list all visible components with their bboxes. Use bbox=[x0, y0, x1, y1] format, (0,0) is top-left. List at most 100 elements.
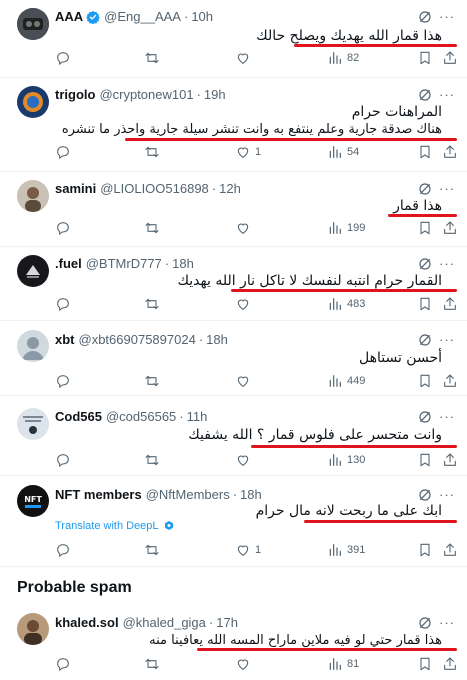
avatar[interactable] bbox=[17, 180, 49, 212]
like-button[interactable] bbox=[235, 296, 251, 312]
display-name[interactable]: khaled.sol bbox=[55, 615, 119, 631]
avatar[interactable] bbox=[17, 613, 49, 645]
display-name[interactable]: trigolo bbox=[55, 87, 95, 103]
bookmark-button[interactable] bbox=[417, 50, 433, 66]
grok-icon[interactable] bbox=[417, 9, 433, 25]
avatar[interactable] bbox=[17, 255, 49, 287]
retweet-button[interactable] bbox=[144, 220, 160, 236]
like-button[interactable] bbox=[235, 656, 251, 672]
bookmark-button[interactable] bbox=[417, 452, 433, 468]
timestamp[interactable]: 12h bbox=[219, 181, 241, 197]
retweet-button[interactable] bbox=[144, 373, 160, 389]
timestamp[interactable]: 18h bbox=[172, 256, 194, 272]
like-button[interactable] bbox=[235, 452, 251, 468]
user-handle[interactable]: @LIOLIOO516898 bbox=[100, 181, 209, 197]
more-icon[interactable]: ··· bbox=[439, 256, 455, 271]
retweet-button[interactable] bbox=[144, 50, 164, 66]
bookmark-button[interactable] bbox=[417, 220, 433, 236]
user-handle[interactable]: @xbt669075897024 bbox=[79, 332, 196, 348]
display-name[interactable]: AAA bbox=[55, 9, 83, 25]
bookmark-button[interactable] bbox=[417, 656, 433, 672]
reply-tweet[interactable]: khaled.sol @khaled_giga · 17h ··· هذا قم… bbox=[0, 605, 467, 680]
reply-tweet[interactable]: Cod565 @cod56565 · 11h ··· وانت متحسر عل… bbox=[0, 396, 467, 476]
reply-button[interactable] bbox=[55, 220, 71, 236]
views-button[interactable]: 199 bbox=[327, 220, 365, 236]
grok-icon[interactable] bbox=[417, 332, 433, 348]
grok-icon[interactable] bbox=[417, 409, 433, 425]
display-name[interactable]: Cod565 bbox=[55, 409, 102, 425]
reply-button[interactable] bbox=[55, 542, 71, 558]
retweet-button[interactable] bbox=[144, 144, 164, 160]
timestamp[interactable]: 19h bbox=[204, 87, 226, 103]
timestamp[interactable]: 11h bbox=[187, 409, 208, 425]
avatar[interactable]: NFT bbox=[17, 485, 49, 517]
share-button[interactable] bbox=[442, 220, 458, 236]
user-handle[interactable]: @khaled_giga bbox=[123, 615, 206, 631]
share-button[interactable] bbox=[442, 50, 458, 66]
retweet-button[interactable] bbox=[144, 452, 160, 468]
avatar[interactable] bbox=[17, 8, 49, 40]
share-button[interactable] bbox=[442, 542, 458, 558]
share-button[interactable] bbox=[442, 656, 458, 672]
more-icon[interactable]: ··· bbox=[439, 487, 455, 502]
views-button[interactable]: 54 bbox=[327, 144, 359, 160]
grok-icon[interactable] bbox=[417, 87, 433, 103]
retweet-button[interactable] bbox=[144, 542, 160, 558]
views-button[interactable]: 81 bbox=[327, 656, 359, 672]
views-button[interactable]: 391 bbox=[327, 542, 365, 558]
reply-tweet[interactable]: .fuel @BTMrD777 · 18h ··· القمار حرام ان… bbox=[0, 247, 467, 321]
more-icon[interactable]: ··· bbox=[439, 87, 455, 102]
user-handle[interactable]: @Eng__AAA bbox=[104, 9, 181, 25]
reply-tweet[interactable]: AAA @Eng__AAA · 10h ··· هذا قمار الله يه… bbox=[0, 0, 467, 78]
reply-button[interactable] bbox=[55, 144, 75, 160]
like-button[interactable]: 1 bbox=[235, 144, 261, 160]
share-button[interactable] bbox=[442, 373, 458, 389]
display-name[interactable]: NFT members bbox=[55, 487, 142, 503]
timestamp[interactable]: 10h bbox=[191, 9, 213, 25]
retweet-button[interactable] bbox=[144, 656, 160, 672]
bookmark-button[interactable] bbox=[417, 542, 433, 558]
views-button[interactable]: 483 bbox=[327, 296, 365, 312]
avatar[interactable] bbox=[17, 408, 49, 440]
like-button[interactable] bbox=[235, 373, 251, 389]
reply-button[interactable] bbox=[55, 656, 71, 672]
user-handle[interactable]: @cryptonew101 bbox=[99, 87, 193, 103]
timestamp[interactable]: 18h bbox=[206, 332, 228, 348]
display-name[interactable]: xbt bbox=[55, 332, 75, 348]
grok-icon[interactable] bbox=[417, 487, 433, 503]
share-button[interactable] bbox=[442, 452, 458, 468]
reply-button[interactable] bbox=[55, 50, 75, 66]
share-button[interactable] bbox=[442, 296, 458, 312]
reply-button[interactable] bbox=[55, 373, 71, 389]
user-handle[interactable]: @BTMrD777 bbox=[86, 256, 162, 272]
more-icon[interactable]: ··· bbox=[439, 332, 455, 347]
avatar[interactable] bbox=[17, 86, 49, 118]
reply-button[interactable] bbox=[55, 452, 71, 468]
reply-tweet[interactable]: NFT NFT members @NftMembers · 18h ··· اب… bbox=[0, 476, 467, 566]
grok-icon[interactable] bbox=[417, 256, 433, 272]
reply-tweet[interactable]: xbt @xbt669075897024 · 18h ··· أحسن تستا… bbox=[0, 321, 467, 396]
views-button[interactable]: 130 bbox=[327, 452, 365, 468]
like-button[interactable] bbox=[235, 220, 251, 236]
views-button[interactable]: 82 bbox=[327, 50, 359, 66]
grok-icon[interactable] bbox=[417, 615, 433, 631]
user-handle[interactable]: @cod56565 bbox=[106, 409, 176, 425]
retweet-button[interactable] bbox=[144, 296, 160, 312]
more-icon[interactable]: ··· bbox=[439, 181, 455, 196]
reply-button[interactable] bbox=[55, 296, 71, 312]
grok-icon[interactable] bbox=[417, 181, 433, 197]
more-icon[interactable]: ··· bbox=[439, 409, 455, 424]
more-icon[interactable]: ··· bbox=[439, 615, 455, 630]
like-button[interactable] bbox=[235, 50, 255, 66]
reply-tweet[interactable]: samini @LIOLIOO516898 · 12h ··· هذا قمار… bbox=[0, 172, 467, 247]
like-button[interactable]: 1 bbox=[235, 542, 261, 558]
user-handle[interactable]: @NftMembers bbox=[146, 487, 230, 503]
timestamp[interactable]: 18h bbox=[240, 487, 262, 503]
reply-tweet[interactable]: trigolo @cryptonew101 · 19h ··· المراهنا… bbox=[0, 78, 467, 172]
display-name[interactable]: samini bbox=[55, 181, 96, 197]
share-button[interactable] bbox=[442, 144, 458, 160]
avatar[interactable] bbox=[17, 330, 49, 362]
bookmark-button[interactable] bbox=[417, 296, 433, 312]
timestamp[interactable]: 17h bbox=[216, 615, 238, 631]
bookmark-button[interactable] bbox=[417, 144, 433, 160]
